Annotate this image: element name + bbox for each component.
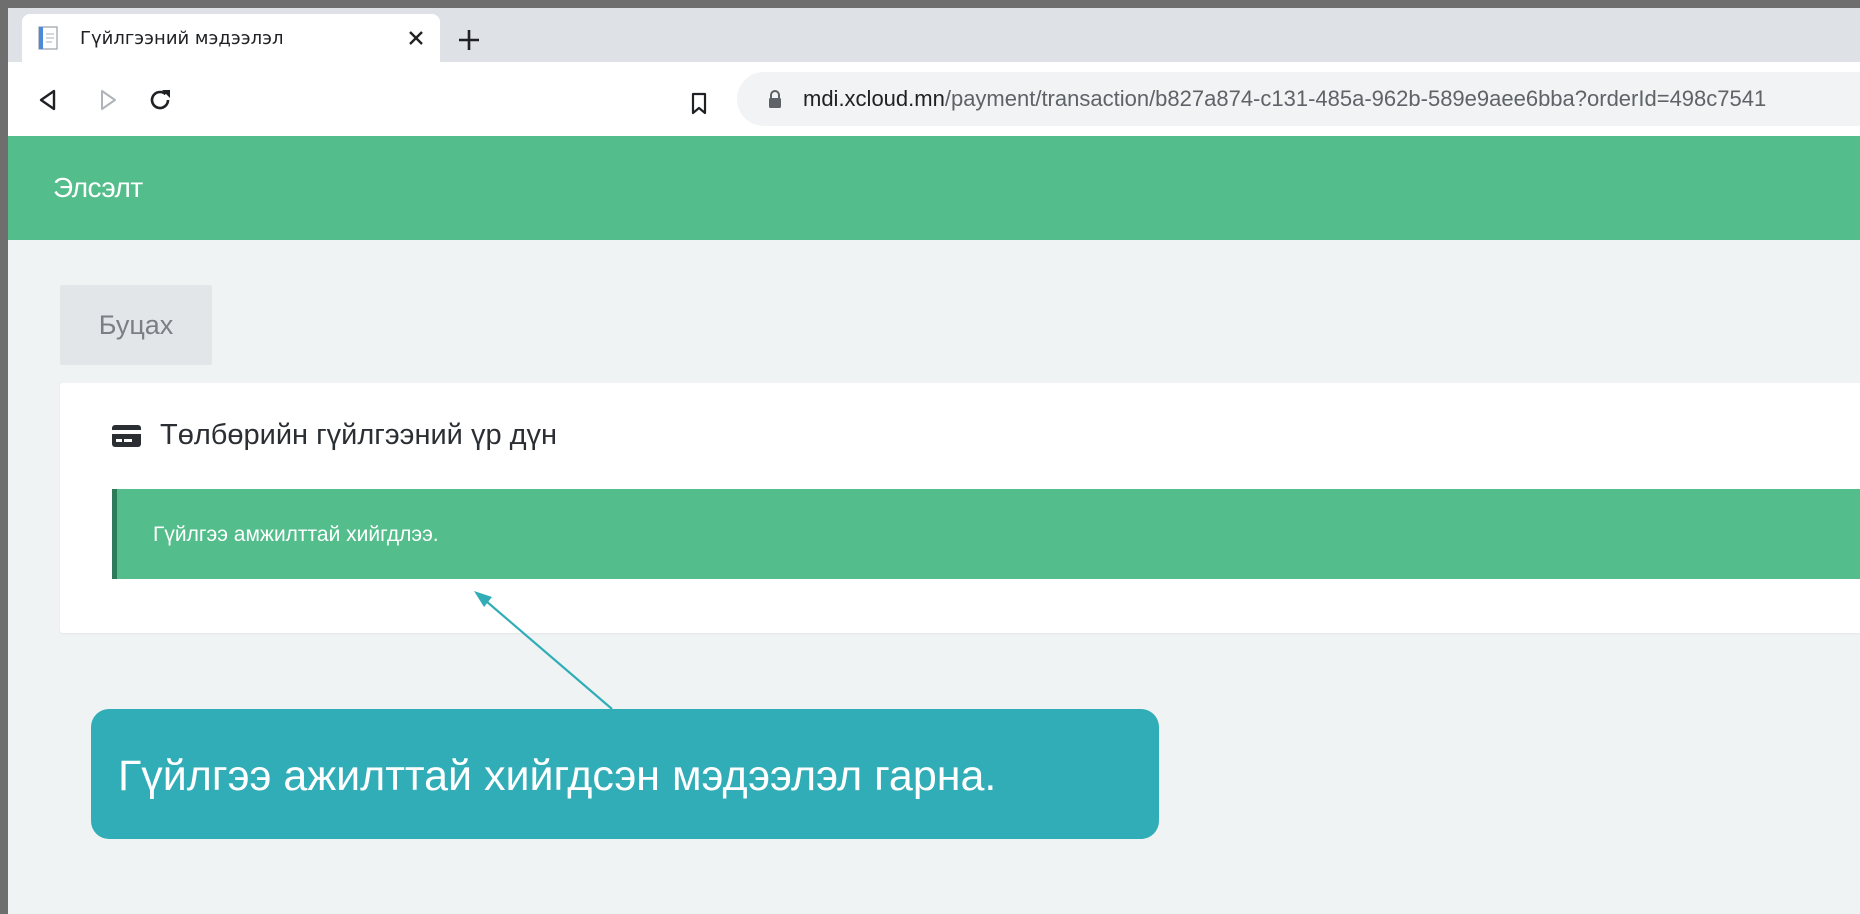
browser-tab[interactable]: Гүйлгээний мэдээлэл [22,14,440,62]
app-title[interactable]: Элсэлт [53,172,143,204]
url-path: /payment/transaction/b827a874-c131-485a-… [944,86,1767,111]
document-icon [38,26,60,50]
credit-card-icon [112,424,141,447]
close-icon[interactable] [404,26,428,50]
success-alert: Гүйлгээ амжилттай хийгдлээ. [112,489,1860,579]
browser-tab-bar: Гүйлгээний мэдээлэл [8,8,1860,62]
bookmark-icon[interactable] [689,92,709,116]
url-host: mdi.xcloud.mn [803,86,945,111]
annotation-callout: Гүйлгээ ажилттай хийгдсэн мэдээлэл гарна… [91,709,1159,839]
plus-icon[interactable] [455,26,483,54]
back-button[interactable]: Буцах [60,285,212,365]
tab-title: Гүйлгээний мэдээлэл [80,27,284,49]
app-header: Элсэлт [8,136,1860,240]
callout-text: Гүйлгээ ажилттай хийгдсэн мэдээлэл гарна… [118,752,997,800]
forward-arrow-icon[interactable] [94,86,122,114]
alert-message: Гүйлгээ амжилттай хийгдлээ. [153,523,439,546]
card-heading: Төлбөрийн гүйлгээний үр дүн [112,419,557,452]
transaction-result-card: Төлбөрийн гүйлгээний үр дүн Гүйлгээ амжи… [60,383,1860,633]
address-bar[interactable]: mdi.xcloud.mn/payment/transaction/b827a8… [737,72,1860,126]
lock-icon [767,89,783,109]
screenshot-frame: Гүйлгээний мэдээлэл mdi.xcloud.mn/paymen… [8,8,1860,914]
card-title: Төлбөрийн гүйлгээний үр дүн [160,419,558,451]
url-text: mdi.xcloud.mn/payment/transaction/b827a8… [803,86,1766,112]
back-arrow-icon[interactable] [34,86,62,114]
browser-toolbar: mdi.xcloud.mn/payment/transaction/b827a8… [8,62,1860,137]
reload-icon[interactable] [146,86,174,114]
